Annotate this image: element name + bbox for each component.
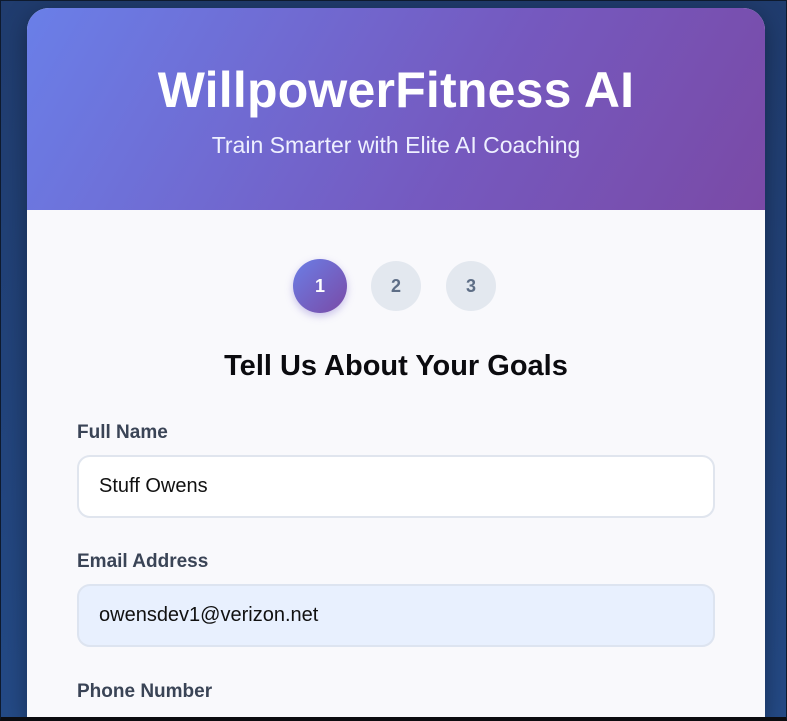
email-label: Email Address	[77, 551, 209, 572]
hero-header: WillpowerFitness AI Train Smarter with E…	[27, 8, 765, 210]
full-name-input[interactable]	[77, 455, 715, 518]
app-title: WillpowerFitness AI	[157, 62, 635, 118]
section-title: Tell Us About Your Goals	[224, 350, 568, 382]
step-1[interactable]: 1	[293, 259, 347, 313]
app-subtitle: Train Smarter with Elite AI Coaching	[211, 132, 581, 158]
step-indicator: 1 2 3	[27, 259, 765, 313]
signup-card: WillpowerFitness AI Train Smarter with E…	[27, 8, 765, 721]
full-name-label: Full Name	[77, 422, 168, 443]
step-3[interactable]: 3	[446, 261, 496, 311]
email-input[interactable]	[77, 584, 715, 647]
step-2[interactable]: 2	[371, 261, 421, 311]
phone-label: Phone Number	[77, 681, 213, 702]
